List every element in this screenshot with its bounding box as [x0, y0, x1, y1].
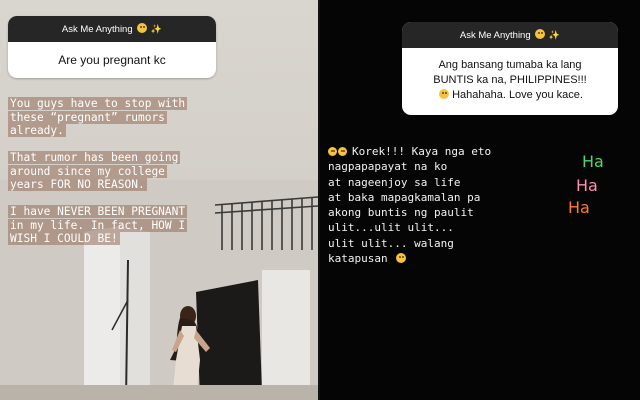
question-line: BUNTIS ka na, PHILIPPINES!!! [433, 74, 587, 86]
caption-paragraph: You guys have to stop with these “pregna… [8, 97, 313, 138]
laughing-face-emoji-icon [439, 89, 450, 99]
caption-line: around since my college [8, 164, 167, 178]
grinning-face-emoji-icon [535, 29, 546, 39]
caption-line: I have NEVER BEEN PREGNANT [8, 205, 188, 218]
grinning-face-emoji-icon [328, 147, 337, 156]
question-sticker-header: Ask Me Anything ✨ [8, 16, 216, 42]
right-story-panel: Ask Me Anything ✨ Ang bansang tumaba ka … [320, 0, 640, 400]
left-story-panel: Ask Me Anything ✨ Are you pregnant kc Yo… [0, 0, 318, 400]
caption-line: WISH I COULD BE! [8, 232, 120, 245]
sparkles-icon: ✨ [150, 24, 163, 34]
caption-line: already. [8, 124, 66, 137]
ha-sticker: Ha [576, 176, 598, 195]
ha-sticker: Ha [568, 198, 590, 217]
face-emoji-icon [396, 253, 407, 264]
question-header-label: Ask Me Anything [61, 24, 133, 35]
caption-line: That rumor has been going [8, 151, 181, 164]
caption-line: these “pregnant” rumors [8, 110, 167, 124]
grinning-face-emoji-icon [137, 23, 148, 33]
caption-text: Korek!!! Kaya nga eto nagpapapayat na ko… [328, 145, 492, 266]
question-text: Ang bansang tumaba ka lang BUNTIS ka na,… [402, 48, 618, 115]
caption-line: years FOR NO REASON. [8, 178, 147, 191]
laughing-face-emoji-icon [338, 147, 347, 156]
caption-emojis [328, 144, 348, 159]
caption-line: You guys have to stop with [8, 97, 188, 110]
stories-collage: Ask Me Anything ✨ Are you pregnant kc Yo… [0, 0, 640, 400]
sparkles-icon: ✨ [548, 30, 561, 40]
ha-sticker: Ha [582, 152, 604, 171]
question-text: Are you pregnant kc [58, 53, 166, 67]
question-header-label: Ask Me Anything [459, 30, 531, 41]
question-sticker-header: Ask Me Anything ✨ [402, 22, 618, 48]
question-line: Ang bansang tumaba ka lang [438, 59, 582, 71]
question-sticker-right: Ask Me Anything ✨ Ang bansang tumaba ka … [402, 22, 618, 115]
question-line: Hahahaha. Love you kace. [452, 89, 583, 101]
left-caption: You guys have to stop with these “pregna… [8, 97, 313, 259]
caption-line: in my life. In fact, HOW I [8, 218, 188, 232]
caption-paragraph: I have NEVER BEEN PREGNANT in my life. I… [8, 205, 313, 246]
right-caption: Korek!!! Kaya nga eto nagpapapayat na ko… [328, 144, 548, 266]
caption-paragraph: That rumor has been going around since m… [8, 151, 313, 192]
question-sticker-left: Ask Me Anything ✨ Are you pregnant kc [8, 16, 216, 78]
